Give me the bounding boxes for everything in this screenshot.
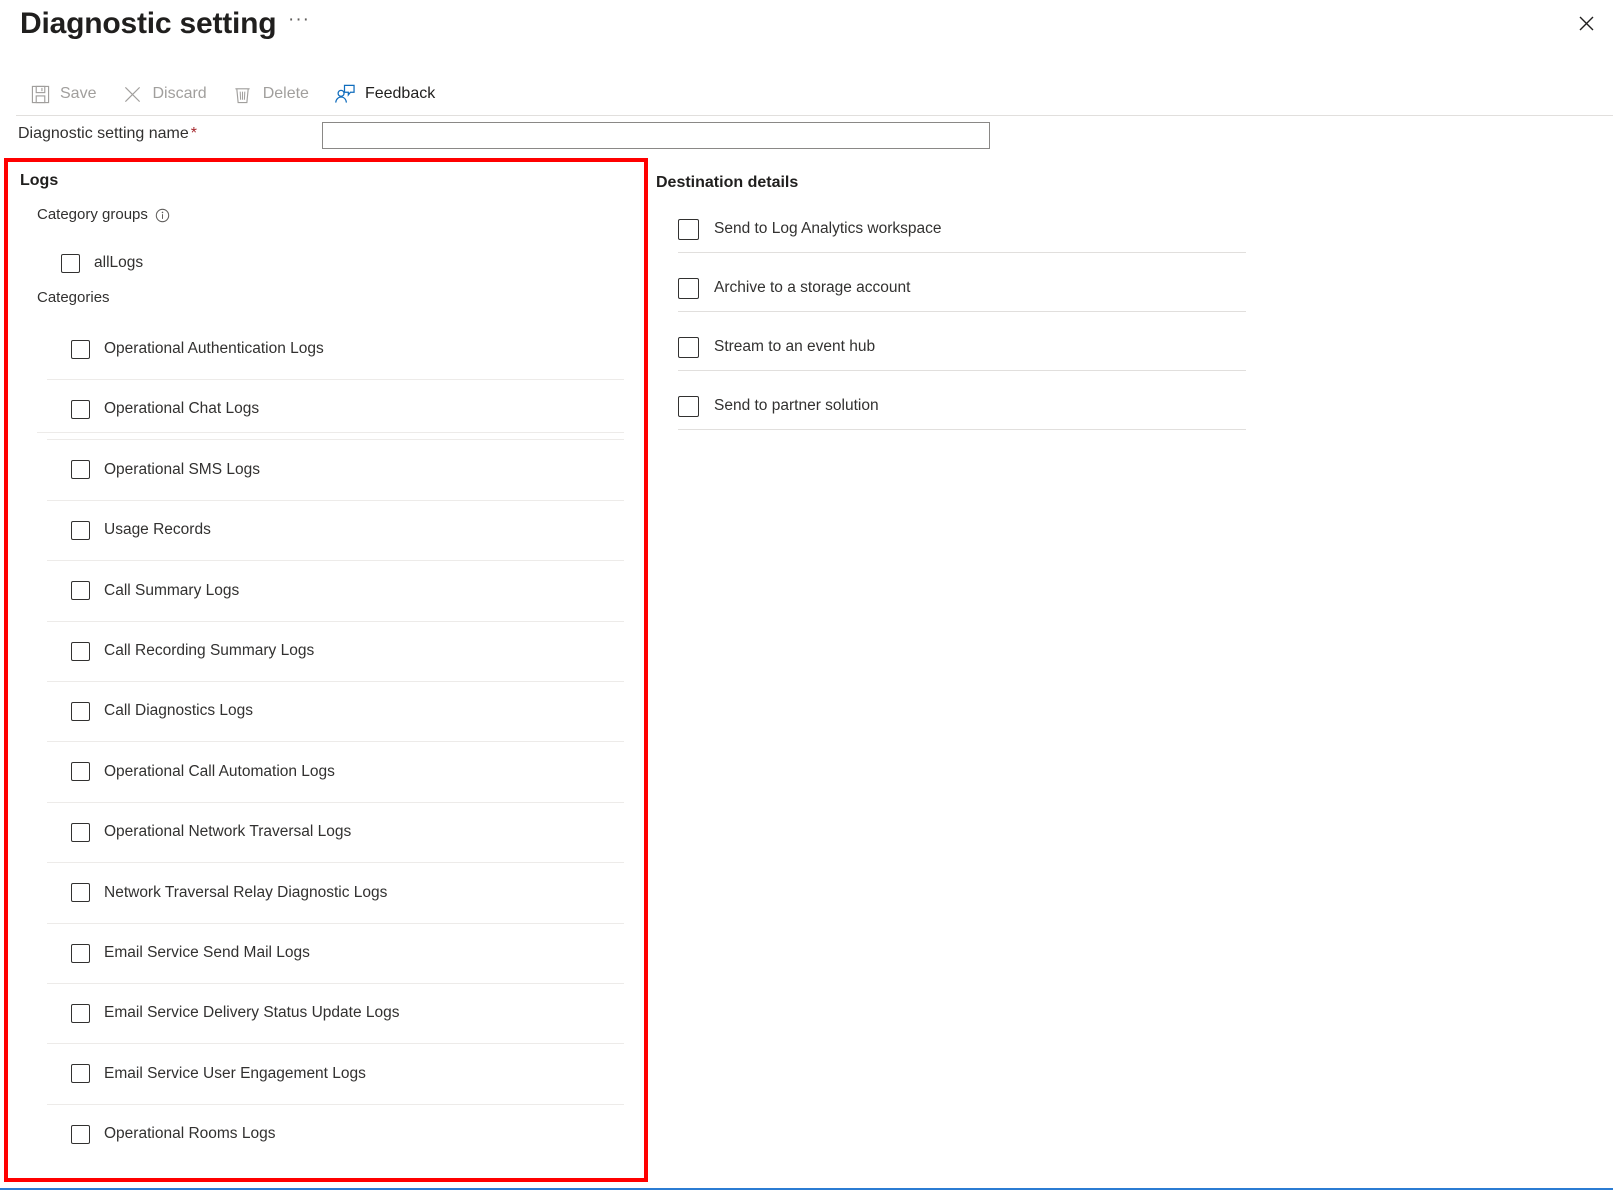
command-bar: Save Discard Delete — [0, 74, 455, 114]
close-icon — [1579, 16, 1594, 31]
checkbox-category-7[interactable] — [71, 762, 90, 781]
category-label: Operational Call Automation Logs — [104, 762, 335, 782]
name-label-text: Diagnostic setting name — [18, 125, 189, 142]
categories-label-text: Categories — [37, 288, 110, 308]
category-label: Email Service User Engagement Logs — [104, 1064, 366, 1084]
category-label: Call Diagnostics Logs — [104, 701, 253, 721]
category-label: Operational Authentication Logs — [104, 339, 324, 359]
more-options-button[interactable]: ··· — [286, 10, 312, 38]
category-row[interactable]: Call Recording Summary Logs — [71, 621, 314, 681]
category-label: Usage Records — [104, 520, 211, 540]
destination-option-row[interactable]: Send to Log Analytics workspace — [678, 206, 941, 252]
logs-panel: Logs Category groups allLogs Categories … — [4, 158, 648, 1182]
category-label: Operational Chat Logs — [104, 399, 259, 419]
diagnostic-setting-name-label: Diagnostic setting name* — [18, 125, 197, 143]
category-label: Email Service Send Mail Logs — [104, 943, 310, 963]
discard-icon — [120, 83, 144, 105]
category-group-label: allLogs — [94, 253, 143, 273]
save-button-label: Save — [60, 84, 96, 104]
delete-button[interactable]: Delete — [227, 78, 319, 110]
checkbox-category-2[interactable] — [71, 460, 90, 479]
category-label: Network Traversal Relay Diagnostic Logs — [104, 883, 387, 903]
checkbox-alllogs[interactable] — [61, 254, 80, 273]
category-row[interactable]: Usage Records — [71, 500, 211, 560]
feedback-button[interactable]: Feedback — [329, 78, 445, 110]
checkbox-category-3[interactable] — [71, 521, 90, 540]
category-label: Operational Network Traversal Logs — [104, 822, 351, 842]
category-row[interactable]: Email Service User Engagement Logs — [71, 1044, 366, 1104]
logs-section-title: Logs — [20, 171, 58, 191]
checkbox-category-0[interactable] — [71, 340, 90, 359]
destination-option-label: Send to Log Analytics workspace — [714, 219, 941, 239]
checkbox-category-12[interactable] — [71, 1064, 90, 1083]
destination-option-label: Stream to an event hub — [714, 337, 875, 357]
required-marker: * — [191, 125, 197, 142]
category-label: Call Summary Logs — [104, 581, 239, 601]
destination-row-divider — [678, 311, 1246, 312]
category-row[interactable]: Operational Authentication Logs — [71, 319, 324, 379]
category-label: Email Service Delivery Status Update Log… — [104, 1003, 400, 1023]
save-icon — [28, 83, 52, 105]
category-groups-label-text: Category groups — [37, 205, 148, 225]
checkbox-category-4[interactable] — [71, 581, 90, 600]
destination-option-label: Send to partner solution — [714, 396, 879, 416]
category-groups-label: Category groups — [37, 205, 171, 225]
category-group-row[interactable]: allLogs — [61, 233, 143, 293]
category-row[interactable]: Network Traversal Relay Diagnostic Logs — [71, 863, 387, 923]
category-row[interactable]: Operational Chat Logs — [71, 379, 259, 439]
checkbox-category-1[interactable] — [71, 400, 90, 419]
command-bar-divider — [16, 115, 1613, 116]
destination-row-divider — [678, 370, 1246, 371]
diagnostic-setting-name-input[interactable] — [322, 122, 990, 149]
category-label: Operational SMS Logs — [104, 460, 260, 480]
category-label: Call Recording Summary Logs — [104, 641, 314, 661]
category-row[interactable]: Call Diagnostics Logs — [71, 681, 253, 741]
checkbox-category-8[interactable] — [71, 823, 90, 842]
checkbox-category-10[interactable] — [71, 944, 90, 963]
category-row[interactable]: Operational Call Automation Logs — [71, 742, 335, 802]
checkbox-destination-0[interactable] — [678, 219, 699, 240]
categories-label: Categories — [37, 288, 110, 308]
destination-section-title: Destination details — [656, 173, 798, 193]
discard-button-label: Discard — [152, 84, 206, 104]
category-row[interactable]: Call Summary Logs — [71, 561, 239, 621]
destination-row-divider — [678, 252, 1246, 253]
checkbox-category-13[interactable] — [71, 1125, 90, 1144]
page-title: Diagnostic setting — [20, 4, 276, 44]
category-row[interactable]: Email Service Send Mail Logs — [71, 923, 310, 983]
category-row[interactable]: Operational Rooms Logs — [71, 1104, 275, 1164]
checkbox-category-9[interactable] — [71, 883, 90, 902]
checkbox-destination-1[interactable] — [678, 278, 699, 299]
destination-option-row[interactable]: Send to partner solution — [678, 383, 879, 429]
destination-details-panel: Destination details Send to Log Analytic… — [656, 158, 1296, 478]
category-row[interactable]: Email Service Delivery Status Update Log… — [71, 983, 400, 1043]
destination-option-label: Archive to a storage account — [714, 278, 910, 298]
save-button[interactable]: Save — [24, 78, 106, 110]
checkbox-destination-2[interactable] — [678, 337, 699, 358]
category-row[interactable]: Operational SMS Logs — [71, 440, 260, 500]
destination-option-row[interactable]: Archive to a storage account — [678, 265, 910, 311]
category-label: Operational Rooms Logs — [104, 1124, 275, 1144]
checkbox-category-11[interactable] — [71, 1004, 90, 1023]
close-button[interactable] — [1571, 8, 1601, 38]
feedback-icon — [333, 83, 357, 105]
destination-option-row[interactable]: Stream to an event hub — [678, 324, 875, 370]
info-icon[interactable] — [155, 207, 171, 223]
checkbox-category-6[interactable] — [71, 702, 90, 721]
destination-row-divider — [678, 429, 1246, 430]
delete-icon — [231, 83, 255, 105]
feedback-button-label: Feedback — [365, 84, 435, 104]
delete-button-label: Delete — [263, 84, 309, 104]
checkbox-category-5[interactable] — [71, 642, 90, 661]
checkbox-destination-3[interactable] — [678, 396, 699, 417]
category-row[interactable]: Operational Network Traversal Logs — [71, 802, 351, 862]
discard-button[interactable]: Discard — [116, 78, 216, 110]
title-bar: Diagnostic setting ··· — [0, 0, 1613, 66]
